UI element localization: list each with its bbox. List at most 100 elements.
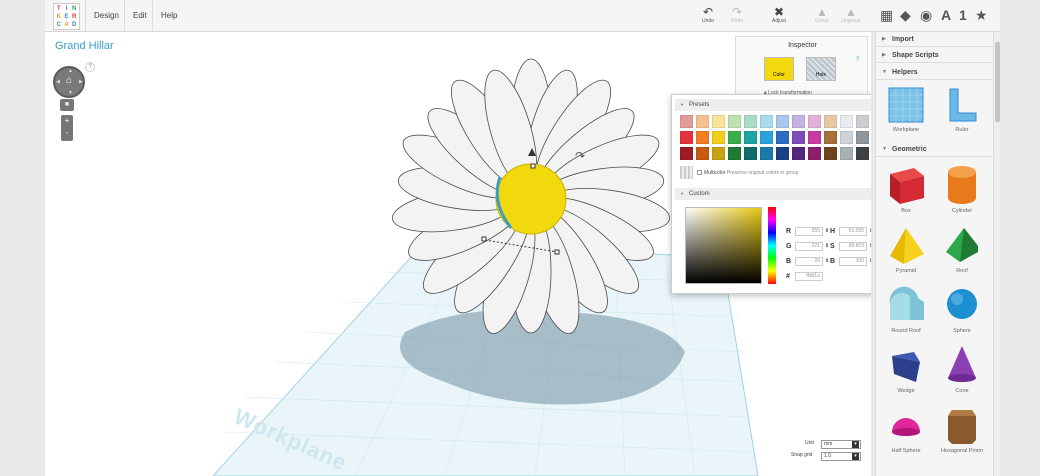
adjust-button[interactable]: ✖ Adjust: [764, 6, 794, 24]
preset-color-swatch[interactable]: [840, 147, 853, 160]
resize-handle[interactable]: [481, 236, 487, 242]
inspector-help-icon[interactable]: ?: [856, 57, 859, 63]
design-title[interactable]: Grand Hillar: [55, 40, 114, 52]
shape-roof[interactable]: Roof: [934, 222, 990, 274]
green-field[interactable]: G 221 ⇕: [786, 242, 829, 251]
multicolor-checkbox[interactable]: [697, 170, 702, 175]
preset-color-swatch[interactable]: [856, 115, 869, 128]
preset-color-swatch[interactable]: [680, 131, 693, 144]
pan-right-icon[interactable]: ▶: [79, 79, 83, 85]
menu-edit[interactable]: Edit: [124, 0, 155, 32]
preset-color-swatch[interactable]: [760, 131, 773, 144]
saturation-field[interactable]: S 89.803⇕: [830, 242, 871, 251]
rotate-handle-icon[interactable]: ↷: [575, 149, 585, 163]
red-input[interactable]: 255: [795, 227, 823, 236]
group-button[interactable]: ▲ Group: [807, 6, 837, 24]
preset-color-swatch[interactable]: [728, 147, 741, 160]
preset-color-swatch[interactable]: [840, 115, 853, 128]
stepper-icon[interactable]: ⇕: [869, 243, 871, 249]
pan-left-icon[interactable]: ◀: [56, 79, 60, 85]
help-icon[interactable]: ?: [85, 62, 95, 72]
shape-sphere[interactable]: Sphere: [934, 282, 990, 334]
shape-box[interactable]: Box: [878, 162, 934, 214]
preset-color-swatch[interactable]: [712, 115, 725, 128]
brightness-field[interactable]: B100⇕: [830, 257, 871, 266]
brightness-input[interactable]: 100: [839, 257, 867, 266]
preset-color-swatch[interactable]: [792, 131, 805, 144]
grid-view-icon[interactable]: ▦: [880, 7, 893, 23]
green-input[interactable]: 221: [795, 242, 823, 251]
shape-half-sphere[interactable]: Half Sphere: [878, 402, 934, 454]
preset-color-swatch[interactable]: [824, 115, 837, 128]
pan-down-icon[interactable]: ▼: [68, 90, 73, 96]
hex-field[interactable]: # ffdd1a: [786, 272, 823, 281]
stepper-icon[interactable]: ⇕: [825, 258, 829, 264]
shape-pyramid[interactable]: Pyramid: [878, 222, 934, 274]
ungroup-button[interactable]: ▲ Ungroup: [836, 6, 866, 24]
globe-view-icon[interactable]: ◉: [920, 7, 932, 23]
shape-cone[interactable]: Cone: [934, 342, 990, 394]
preset-color-swatch[interactable]: [856, 131, 869, 144]
hole-button[interactable]: Hole: [806, 57, 836, 81]
shape-scripts-section-header[interactable]: ▶ Shape Scripts: [876, 48, 993, 63]
preset-color-swatch[interactable]: [776, 115, 789, 128]
preset-color-swatch[interactable]: [792, 115, 805, 128]
stepper-icon[interactable]: ⇕: [825, 228, 829, 234]
preset-color-swatch[interactable]: [712, 147, 725, 160]
import-section-header[interactable]: ▶ Import: [876, 32, 993, 47]
cube-view-icon[interactable]: ◆: [900, 7, 911, 23]
shape-round-roof[interactable]: Round Roof: [878, 282, 934, 334]
resize-handle[interactable]: [554, 249, 560, 255]
unit-select[interactable]: mm: [821, 440, 861, 449]
shape-hexagonal-prism[interactable]: Hexagonal Prism: [934, 402, 990, 454]
preset-color-swatch[interactable]: [760, 115, 773, 128]
view-navigation-pad[interactable]: ⌂ ▲ ▼ ◀ ▶: [53, 66, 85, 98]
color-button[interactable]: Color: [764, 57, 794, 81]
presets-header[interactable]: Presets: [675, 99, 871, 111]
preset-color-swatch[interactable]: [696, 115, 709, 128]
preset-color-swatch[interactable]: [856, 147, 869, 160]
hue-input[interactable]: 51.095: [839, 227, 867, 236]
preset-color-swatch[interactable]: [808, 147, 821, 160]
stepper-icon[interactable]: ⇕: [869, 258, 871, 264]
preset-color-swatch[interactable]: [808, 131, 821, 144]
hue-field[interactable]: H51.095⇕: [830, 227, 871, 236]
number-tool-icon[interactable]: 1: [959, 7, 967, 23]
resize-handle[interactable]: [530, 163, 536, 169]
preset-color-swatch[interactable]: [696, 131, 709, 144]
preset-color-swatch[interactable]: [760, 147, 773, 160]
star-icon[interactable]: ★: [975, 7, 988, 23]
helpers-section-header[interactable]: ▼ Helpers: [876, 65, 993, 80]
3d-viewport[interactable]: ↷ Workplane Grand Hillar ⌂ ▲ ▼ ◀ ▶ ? ■ +…: [45, 32, 871, 476]
preset-color-swatch[interactable]: [728, 115, 741, 128]
helper-ruler[interactable]: Ruler: [934, 85, 990, 133]
zoom-in-icon[interactable]: +: [61, 115, 73, 127]
preset-color-swatch[interactable]: [728, 131, 741, 144]
blue-input[interactable]: 26: [795, 257, 823, 266]
saturation-value-picker[interactable]: [685, 207, 762, 284]
preset-color-swatch[interactable]: [744, 131, 757, 144]
custom-header[interactable]: Custom: [675, 188, 871, 200]
preset-color-swatch[interactable]: [840, 131, 853, 144]
zoom-out-icon[interactable]: -: [61, 127, 73, 139]
menu-help[interactable]: Help: [152, 0, 185, 32]
snap-grid-select[interactable]: 1.0: [821, 452, 861, 461]
hue-slider[interactable]: [768, 207, 776, 284]
text-tool-icon[interactable]: A: [941, 7, 951, 23]
geometric-section-header[interactable]: ▼ Geometric: [876, 142, 993, 157]
saturation-input[interactable]: 89.803: [839, 242, 867, 251]
ortho-view-icon[interactable]: ■: [60, 99, 74, 111]
helper-workplane[interactable]: Workplane: [878, 85, 934, 133]
preset-color-swatch[interactable]: [776, 147, 789, 160]
undo-button[interactable]: ↶ Undo: [693, 6, 723, 24]
menu-design[interactable]: Design: [85, 0, 127, 32]
sidebar-scrollbar[interactable]: [993, 32, 1000, 476]
scrollbar-thumb[interactable]: [995, 42, 1000, 122]
stepper-icon[interactable]: ⇕: [869, 228, 871, 234]
home-view-icon[interactable]: ⌂: [64, 76, 74, 86]
preset-color-swatch[interactable]: [712, 131, 725, 144]
stepper-icon[interactable]: ⇕: [825, 243, 829, 249]
preset-color-swatch[interactable]: [744, 115, 757, 128]
preset-color-swatch[interactable]: [824, 131, 837, 144]
shape-cylinder[interactable]: Cylinder: [934, 162, 990, 214]
